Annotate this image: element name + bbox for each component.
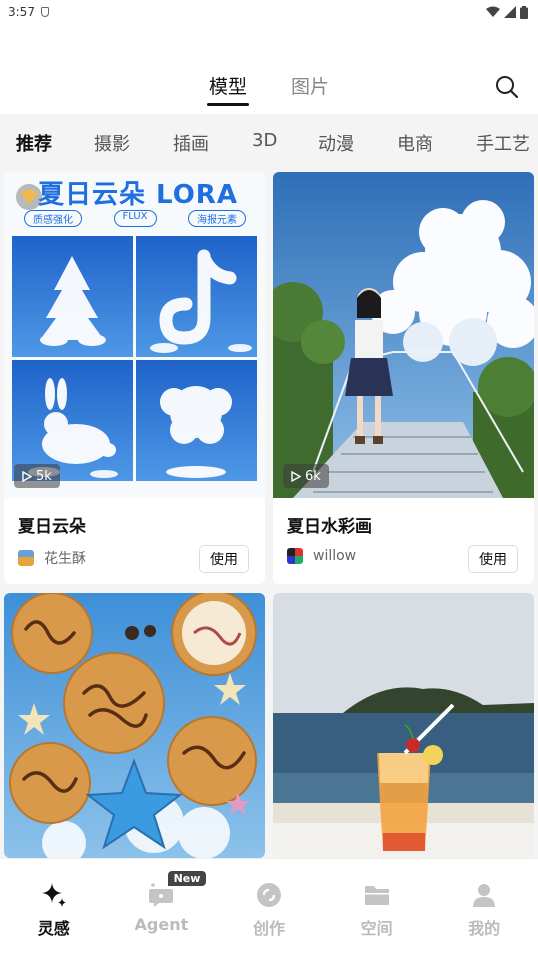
tab-models[interactable]: 模型 xyxy=(206,72,250,106)
card-title: 夏日水彩画 xyxy=(287,517,372,537)
nav-label: 创作 xyxy=(252,919,285,938)
nav-label: 空间 xyxy=(360,919,393,938)
category-bar: 推荐 摄影 插画 3D 动漫 电商 手工艺 xyxy=(0,114,538,168)
create-icon xyxy=(256,883,281,907)
new-badge: New xyxy=(167,871,207,886)
diamond-icon xyxy=(21,190,37,204)
card-author: willow xyxy=(287,548,356,564)
nav-create[interactable]: 创作 xyxy=(215,859,323,956)
category-photography[interactable]: 摄影 xyxy=(94,130,130,156)
card-image: 夏日云朵 LORA 质感强化 FLUX 海报元素 5k xyxy=(4,172,265,498)
nav-agent[interactable]: New Agent xyxy=(108,859,216,956)
shield-icon xyxy=(40,7,49,17)
category-3d[interactable]: 3D xyxy=(252,130,277,151)
banner-tag: 海报元素 xyxy=(188,210,246,227)
nav-label: 我的 xyxy=(468,919,501,938)
banner-tag: FLUX xyxy=(113,210,157,227)
author-name: willow xyxy=(313,548,357,564)
play-count: 5k xyxy=(36,468,52,484)
nav-label: Agent xyxy=(134,915,189,934)
model-card[interactable] xyxy=(4,593,265,858)
bottom-nav: 灵感 New Agent 创作 空间 我的 xyxy=(0,858,538,956)
model-card[interactable] xyxy=(273,593,534,858)
play-count: 6k xyxy=(305,468,321,484)
play-count-badge: 5k xyxy=(14,464,60,488)
status-time: 3:57 xyxy=(8,5,35,19)
main-tabs: 模型 图片 xyxy=(0,72,538,108)
use-button[interactable]: 使用 xyxy=(468,545,518,573)
nav-label: 灵感 xyxy=(37,919,70,938)
nav-inspiration[interactable]: 灵感 xyxy=(0,859,108,956)
tab-images[interactable]: 图片 xyxy=(289,72,331,106)
category-illustration[interactable]: 插画 xyxy=(173,130,209,156)
category-handicraft[interactable]: 手工艺 xyxy=(476,130,530,156)
signal-icon xyxy=(504,6,516,18)
card-image xyxy=(4,593,265,858)
category-recommended[interactable]: 推荐 xyxy=(16,130,52,156)
use-button[interactable]: 使用 xyxy=(199,545,249,573)
card-title: 夏日云朵 xyxy=(18,517,86,537)
nav-profile[interactable]: 我的 xyxy=(430,859,538,956)
premium-badge xyxy=(16,184,42,210)
card-image: 6k xyxy=(273,172,534,498)
category-ecommerce[interactable]: 电商 xyxy=(397,130,433,156)
banner-title: 夏日云朵 LORA xyxy=(38,180,238,210)
folder-icon xyxy=(364,886,389,905)
nav-space[interactable]: 空间 xyxy=(323,859,431,956)
wifi-icon xyxy=(486,6,500,17)
card-author: 花生酥 xyxy=(18,548,86,568)
avatar xyxy=(18,550,34,566)
search-icon[interactable] xyxy=(494,74,520,100)
play-icon xyxy=(22,470,32,482)
category-anime[interactable]: 动漫 xyxy=(318,130,354,156)
person-icon xyxy=(473,884,496,907)
battery-icon xyxy=(520,5,528,19)
play-icon xyxy=(291,470,301,482)
status-bar: 3:57 xyxy=(0,0,538,24)
card-image xyxy=(273,593,534,858)
avatar xyxy=(287,548,303,564)
sparkle-icon xyxy=(41,883,66,907)
author-name: 花生酥 xyxy=(44,551,86,567)
model-card[interactable]: 夏日云朵 LORA 质感强化 FLUX 海报元素 5k 夏日云朵 花生酥 使用 xyxy=(4,172,265,584)
model-card[interactable]: 6k 夏日水彩画 willow 使用 xyxy=(273,172,534,584)
banner-tag: 质感强化 xyxy=(24,210,82,227)
play-count-badge: 6k xyxy=(283,464,329,488)
